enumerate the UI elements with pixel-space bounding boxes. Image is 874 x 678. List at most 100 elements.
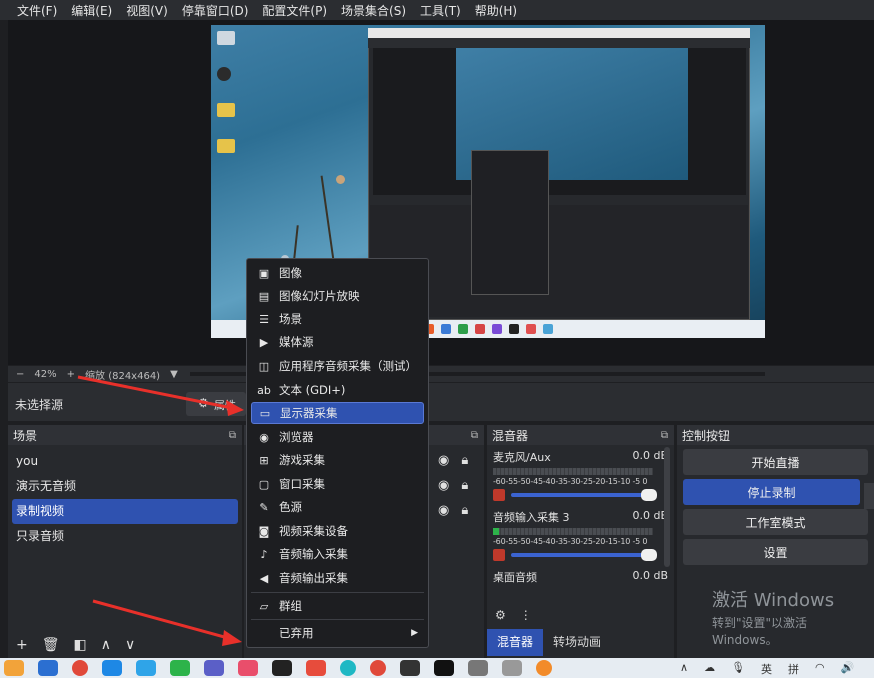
chevron-up-icon[interactable]: ∧: [680, 661, 688, 677]
menu-tools[interactable]: 工具(T): [413, 2, 468, 19]
lock-icon[interactable]: 🔒︎: [461, 453, 468, 468]
wifi-icon[interactable]: ◠: [815, 661, 825, 677]
more-icon[interactable]: ⋮: [520, 608, 532, 622]
tab-transitions[interactable]: 转场动画: [543, 629, 611, 656]
menu-item-window-capture[interactable]: ▢ 窗口采集: [251, 473, 424, 495]
volume-slider[interactable]: [511, 549, 657, 561]
player-icon[interactable]: [536, 660, 552, 676]
vscode-icon[interactable]: [102, 660, 122, 676]
start-streaming-button[interactable]: 开始直播: [683, 449, 868, 475]
app-icon[interactable]: [272, 660, 292, 676]
canva-icon[interactable]: [340, 660, 356, 676]
mute-speaker-icon[interactable]: [493, 489, 505, 501]
undock-icon[interactable]: ⧉: [471, 430, 478, 441]
channel-db: 0.0 dB: [632, 569, 668, 582]
volume-slider[interactable]: [511, 489, 657, 501]
menu-item-label: 音频输入采集: [279, 547, 348, 561]
eye-icon[interactable]: ◉: [438, 453, 449, 468]
menu-item-app-audio[interactable]: ◫ 应用程序音频采集（测试）: [251, 355, 424, 377]
app-icon[interactable]: [468, 660, 488, 676]
scene-item-selected[interactable]: 录制视频: [12, 499, 238, 524]
scene-item[interactable]: 演示无音频: [8, 474, 242, 499]
menu-item-deprecated[interactable]: 已弃用 ▶: [251, 622, 424, 644]
zoom-dropdown-icon[interactable]: ▼: [170, 369, 178, 380]
eye-icon[interactable]: ◉: [438, 478, 449, 493]
menu-item-scene[interactable]: ☰ 场景: [251, 308, 424, 330]
menu-item-group[interactable]: ▱ 群组: [251, 595, 424, 617]
wechat-icon[interactable]: [170, 660, 190, 676]
chrome-icon[interactable]: [72, 660, 88, 676]
zoom-out-button[interactable]: −: [16, 369, 24, 380]
menu-item-video-capture[interactable]: ◙ 视频采集设备: [251, 520, 424, 542]
teams-icon[interactable]: [204, 660, 224, 676]
lock-icon[interactable]: 🔒︎: [461, 478, 468, 493]
menu-item-game-capture[interactable]: ⊞ 游戏采集: [251, 449, 424, 471]
move-scene-up-button[interactable]: ∧: [101, 637, 111, 653]
system-tray: ∧ ☁ 🎙 英 拼 ◠ 🔊: [680, 661, 854, 677]
app-icon[interactable]: [306, 660, 326, 676]
menu-item-audio-input[interactable]: ♪ 音频输入采集: [251, 543, 424, 565]
scene-filter-button[interactable]: ◧: [74, 637, 87, 653]
menu-help[interactable]: 帮助(H): [468, 2, 524, 19]
add-scene-button[interactable]: +: [16, 637, 28, 653]
mute-speaker-icon[interactable]: [493, 549, 505, 561]
menu-docks[interactable]: 停靠窗口(D): [175, 2, 256, 19]
cloud-icon[interactable]: ☁: [704, 661, 715, 677]
menu-item-color-source[interactable]: ✎ 色源: [251, 496, 424, 518]
menu-item-slideshow[interactable]: ▤ 图像幻灯片放映: [251, 285, 424, 307]
app-icon[interactable]: [136, 660, 156, 676]
mixer-scrollbar[interactable]: [664, 447, 670, 567]
scene-toolbar: + 🗑 ◧ ∧ ∨: [8, 635, 242, 655]
mixer-channel: 麦克风/Aux 0.0 dB -60-55-50-45-40-35-30-25-2…: [487, 445, 674, 505]
zoom-in-button[interactable]: +: [67, 369, 75, 380]
properties-button[interactable]: ⚙ 属性: [186, 392, 246, 416]
obs-icon[interactable]: [400, 660, 420, 676]
capcut-icon[interactable]: [434, 660, 454, 676]
menu-profile[interactable]: 配置文件(P): [255, 2, 334, 19]
menu-edit[interactable]: 编辑(E): [64, 2, 119, 19]
menu-item-browser[interactable]: ◉ 浏览器: [251, 426, 424, 448]
remove-scene-button[interactable]: 🗑: [42, 637, 60, 653]
studio-mode-button[interactable]: 工作室模式: [683, 509, 868, 535]
scenes-title: 场景: [13, 428, 38, 443]
microphone-icon[interactable]: 🎙: [731, 661, 745, 677]
input-lang[interactable]: 英: [761, 661, 772, 677]
scene-item[interactable]: 只录音频: [8, 524, 242, 549]
menu-item-label: 文本 (GDI+): [279, 383, 346, 397]
scene-item[interactable]: you: [8, 449, 242, 474]
menu-item-media-source[interactable]: ▶ 媒体源: [251, 331, 424, 353]
settings-button[interactable]: 设置: [683, 539, 868, 565]
file-explorer-icon[interactable]: [4, 660, 24, 676]
undock-icon[interactable]: ⧉: [229, 430, 236, 441]
lock-icon[interactable]: 🔒︎: [461, 503, 468, 518]
tab-mixer[interactable]: 混音器: [487, 629, 544, 656]
app-icon[interactable]: [238, 660, 258, 676]
app-icon[interactable]: [502, 660, 522, 676]
menu-item-label: 显示器采集: [280, 406, 338, 420]
undock-icon[interactable]: ⧉: [661, 430, 668, 441]
store-icon[interactable]: [38, 660, 58, 676]
mixer-title-bar: 混音器 ⧉: [487, 425, 674, 445]
menu-bar: 文件(F) 编辑(E) 视图(V) 停靠窗口(D) 配置文件(P) 场景集合(S…: [0, 0, 874, 20]
input-method[interactable]: 拼: [788, 661, 799, 677]
pause-button[interactable]: [864, 483, 874, 509]
menu-file[interactable]: 文件(F): [10, 2, 64, 19]
menu-scene-collection[interactable]: 场景集合(S): [334, 2, 413, 19]
menu-item-image[interactable]: ▣ 图像: [251, 262, 424, 284]
menu-item-audio-output[interactable]: ◀ 音频输出采集: [251, 567, 424, 589]
menu-item-label: 色源: [279, 500, 302, 514]
menu-item-label: 场景: [279, 312, 302, 326]
menu-separator: [251, 619, 424, 620]
monitor-icon: ▭: [259, 406, 271, 420]
move-scene-down-button[interactable]: ∨: [125, 637, 135, 653]
gear-icon[interactable]: ⚙: [495, 608, 506, 622]
menu-item-text[interactable]: ab 文本 (GDI+): [251, 379, 424, 401]
eye-icon[interactable]: ◉: [438, 503, 449, 518]
volume-icon[interactable]: 🔊: [841, 661, 855, 677]
menu-item-display-capture[interactable]: ▭ 显示器采集: [251, 402, 424, 424]
stop-recording-button[interactable]: 停止录制: [683, 479, 860, 505]
menu-item-label: 游戏采集: [279, 453, 325, 467]
menu-view[interactable]: 视图(V): [119, 2, 175, 19]
menu-item-label: 图像: [279, 266, 302, 280]
chrome-icon[interactable]: [370, 660, 386, 676]
